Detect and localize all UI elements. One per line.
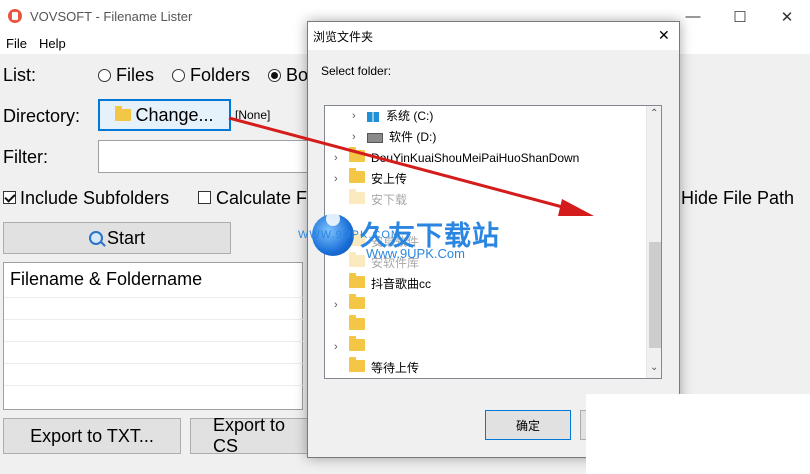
arrow-shaft	[228, 116, 571, 211]
arrow-head	[558, 199, 594, 216]
annotation-arrow-icon	[228, 116, 594, 216]
